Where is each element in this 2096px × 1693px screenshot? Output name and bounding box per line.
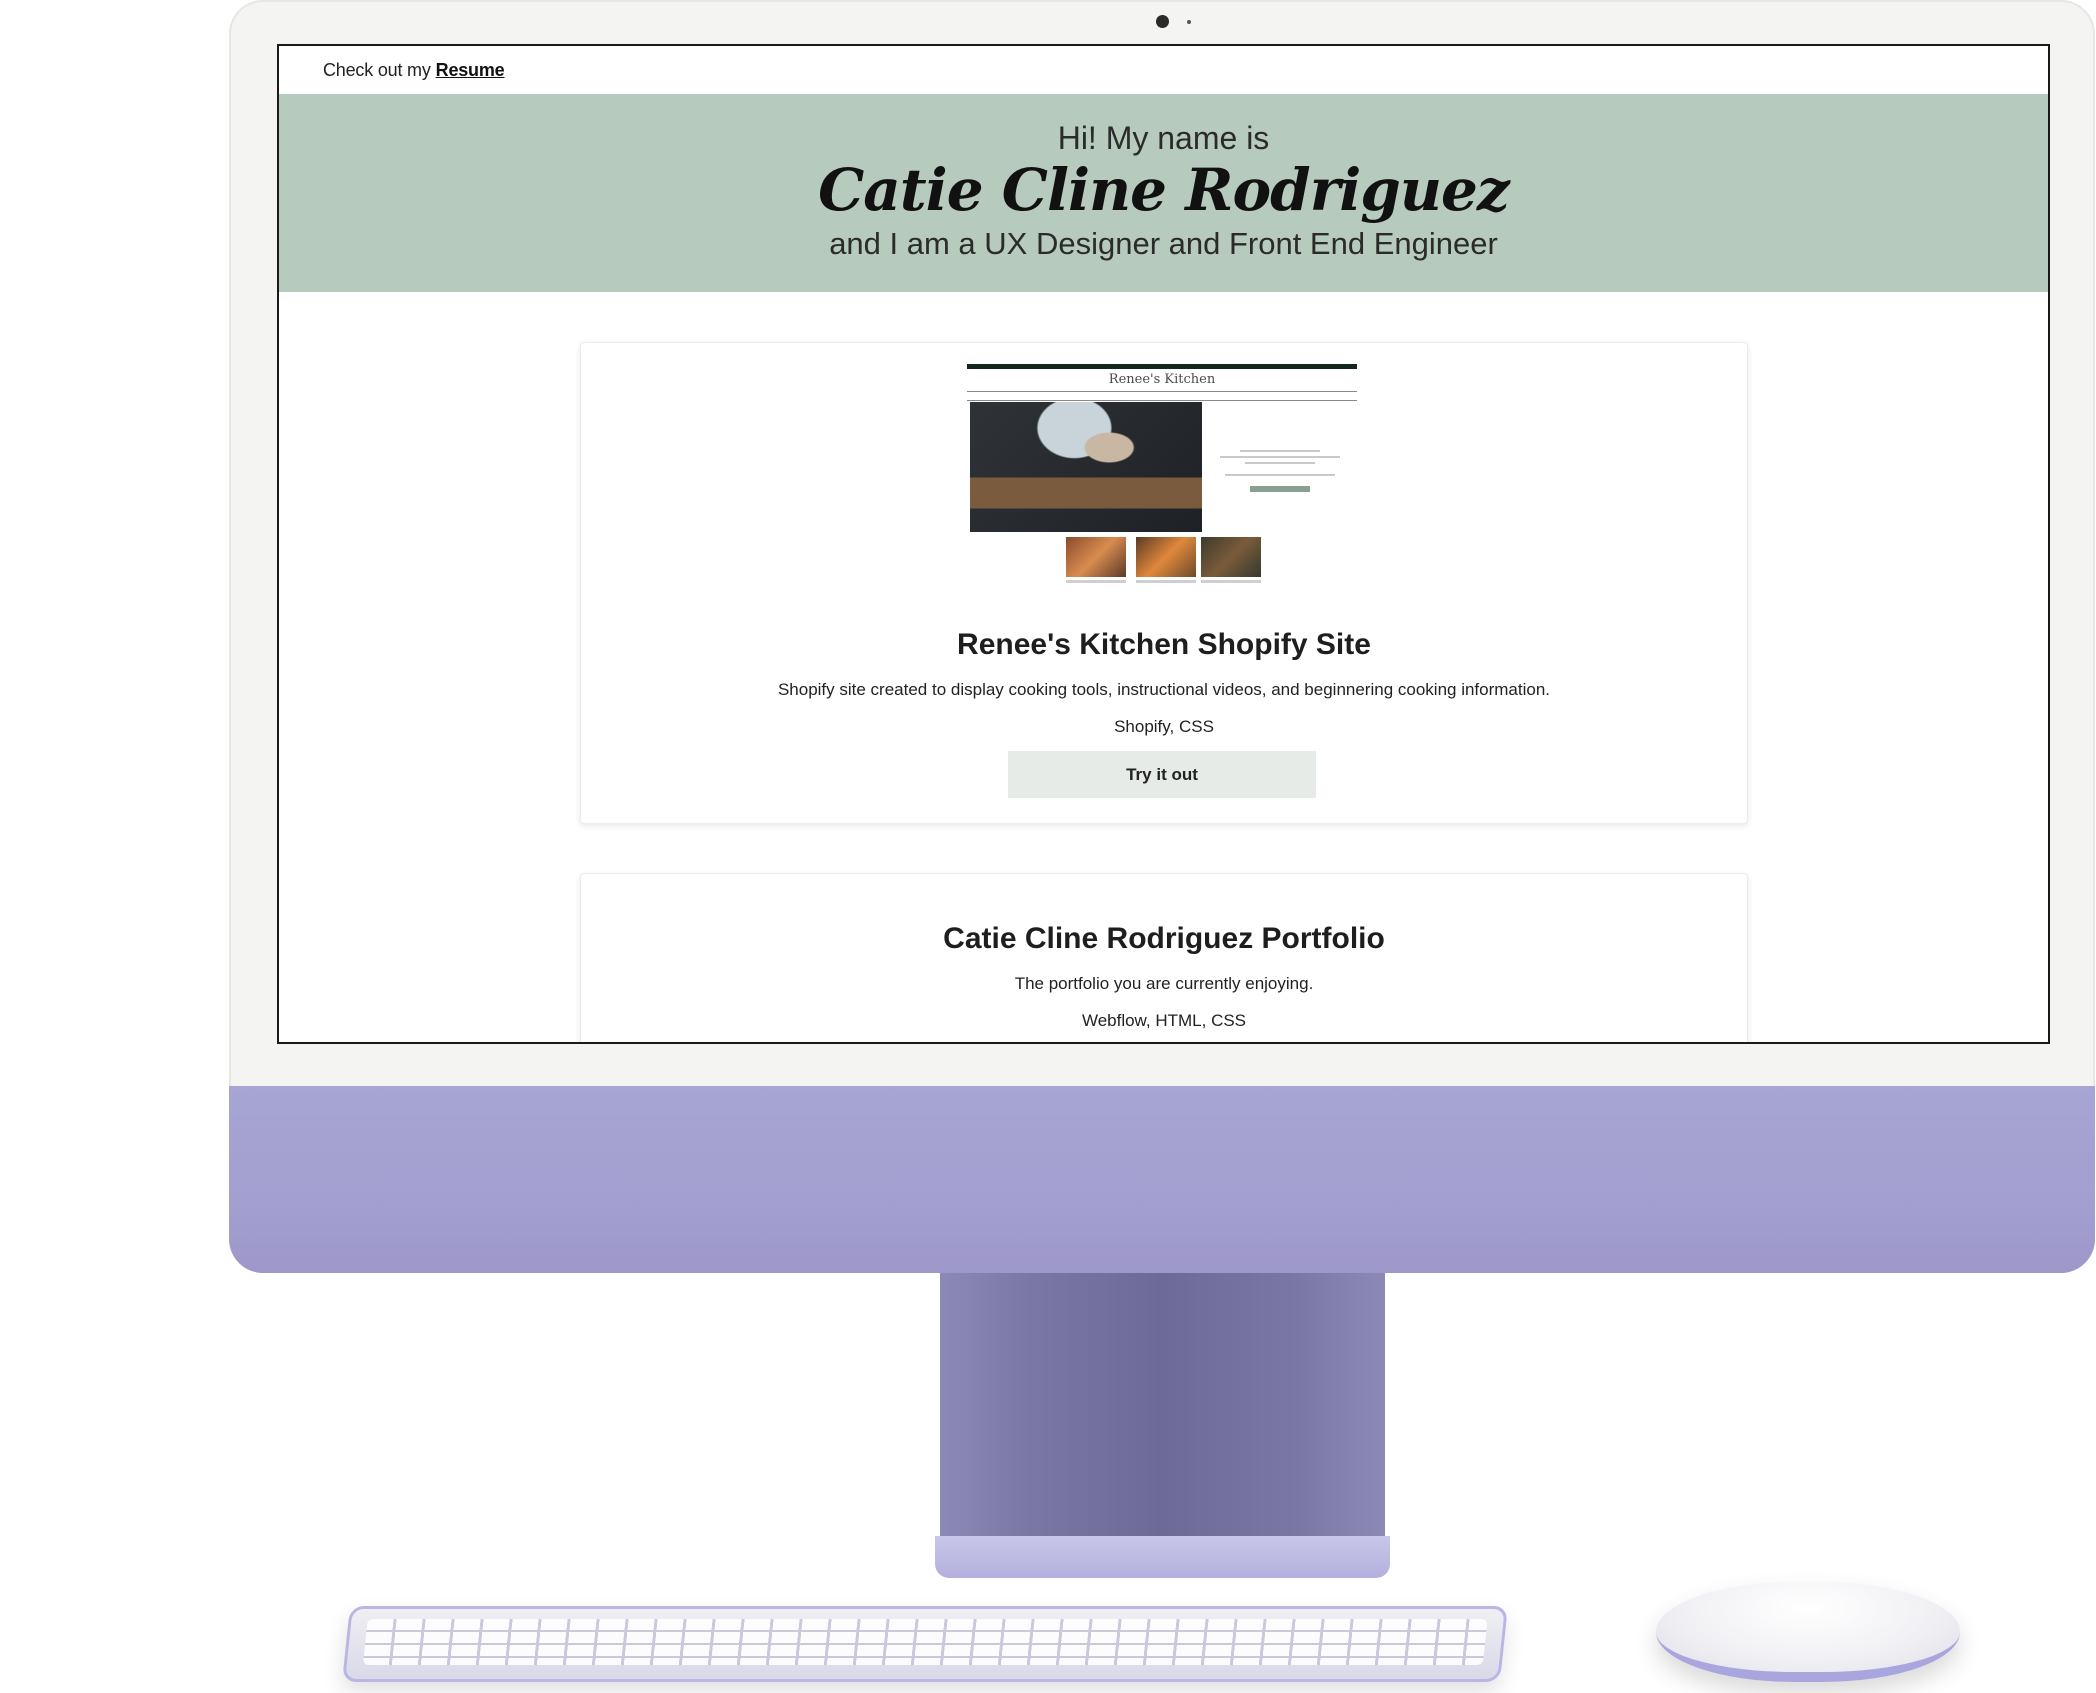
thumbnail-title: Renee's Kitchen (1108, 372, 1216, 387)
project-tech: Shopify, CSS (1114, 717, 1214, 736)
apple-logo-icon (1796, 1592, 1814, 1612)
hero-role: and I am a UX Designer and Front End Eng… (829, 226, 1498, 261)
project-card: Renee's Kitchen Renee's Kitchen Shopify … (580, 342, 1748, 824)
imac-stand-base (935, 1536, 1390, 1578)
keyboard (342, 1606, 1508, 1682)
project-title: Renee's Kitchen Shopify Site (957, 628, 1371, 661)
keyboard-keys (362, 1619, 1488, 1665)
hero-banner: Hi! My name is Catie Cline Rodriguez and… (279, 94, 2048, 292)
camera-icon (1156, 15, 1169, 28)
mouse (1656, 1582, 1960, 1682)
project-title: Catie Cline Rodriguez Portfolio (943, 922, 1385, 955)
hero-name: Catie Cline Rodriguez (818, 156, 1510, 224)
resume-link[interactable]: Resume (436, 60, 505, 80)
project-tech: Webflow, HTML, CSS (1081, 1011, 1247, 1030)
hero-greeting: Hi! My name is (1057, 120, 1270, 156)
thumbnail-product-image (1201, 537, 1261, 577)
topbar-label: Check out my (323, 59, 431, 80)
project-description: Shopify site created to display cooking … (777, 680, 1551, 699)
camera-led (1187, 20, 1191, 24)
imac-chin (229, 1086, 2095, 1273)
screen: Check out my Resume Hi! My name is Catie … (277, 44, 2050, 1044)
thumbnail-header-bar (967, 364, 1357, 369)
thumbnail-hero-photo (970, 402, 1202, 532)
thumbnail-nav (967, 391, 1357, 401)
imac-stand (940, 1273, 1385, 1538)
topbar-text: Check out my Resume (323, 59, 505, 81)
project-description: The portfolio you are currently enjoying… (1014, 974, 1314, 993)
top-bar: Check out my Resume (279, 46, 2048, 94)
thumbnail-product-image (1066, 537, 1126, 577)
project-thumbnail[interactable]: Renee's Kitchen (967, 364, 1357, 599)
try-it-out-button[interactable]: Try it out (1008, 751, 1316, 798)
thumbnail-text-block (1212, 446, 1347, 492)
project-card: Catie Cline Rodriguez Portfolio The port… (580, 873, 1748, 1042)
thumbnail-product-image (1136, 537, 1196, 577)
